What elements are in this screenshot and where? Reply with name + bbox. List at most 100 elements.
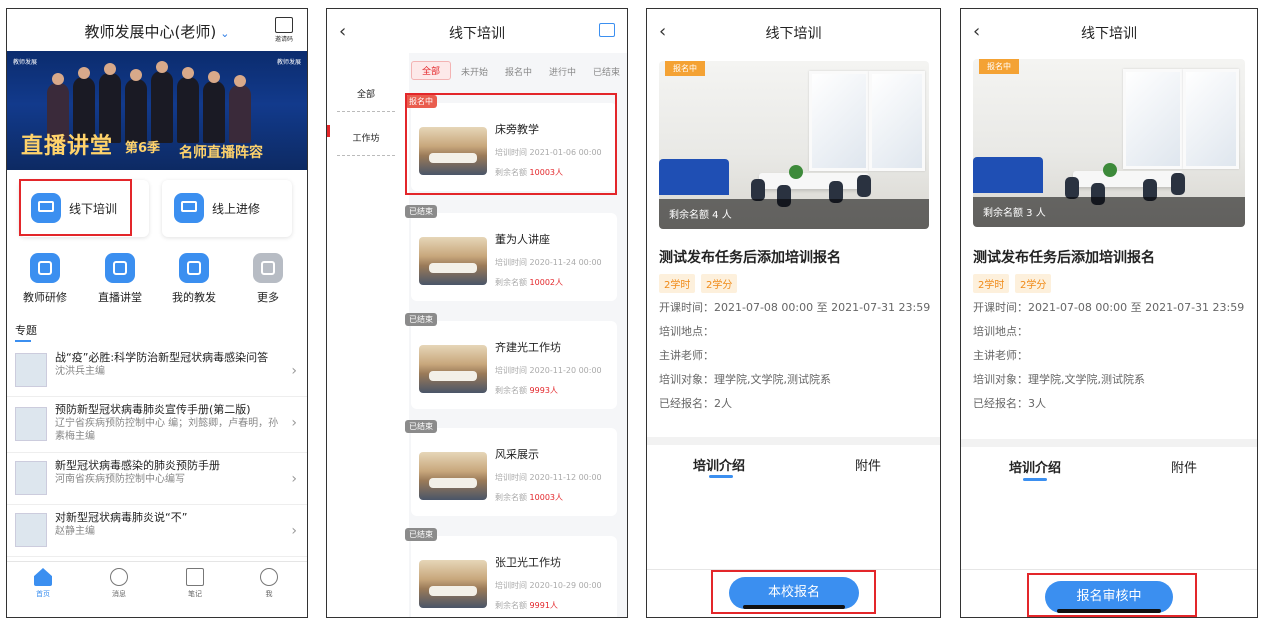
info-audience: 培训对象：理学院,文学院,测试院系 xyxy=(659,373,831,386)
info-lecturer: 主讲老师： xyxy=(659,349,714,362)
grid-item-mine[interactable]: 我的教发 xyxy=(163,253,225,305)
sidebar-item-all[interactable]: 全部 xyxy=(327,87,405,100)
info-location: 培训地点： xyxy=(973,325,1028,338)
topic-item[interactable]: 战“疫”必胜:科学防治新型冠状病毒感染问答 沈洪兵主编 › xyxy=(7,345,307,397)
status-badge: 已结束 xyxy=(405,528,437,541)
highlight-box xyxy=(1027,573,1197,617)
window-image xyxy=(1123,69,1183,169)
credit-hours-chip: 2学时 xyxy=(659,274,696,293)
nav-bar: ‹ 线下培训 xyxy=(647,9,940,53)
highlight-box xyxy=(405,93,617,195)
highlight-box xyxy=(19,179,132,236)
divider xyxy=(647,437,940,445)
nav-bar: ‹ 线下培训 xyxy=(327,9,627,53)
divider xyxy=(337,111,395,112)
online-study-entry[interactable]: 线上进修 xyxy=(162,180,292,237)
entry-label: 线上进修 xyxy=(212,202,261,216)
tab-intro[interactable]: 培训介绍 xyxy=(693,455,745,474)
qr-scan-icon xyxy=(275,17,293,33)
topic-item[interactable]: 对新型冠状病毒肺炎说“不” 赵静主编 › xyxy=(7,505,307,557)
page-title: 线下培训 xyxy=(449,26,505,42)
banner[interactable]: 教师发展 教师发展 直播讲堂 第6季 名师直播阵容 xyxy=(7,51,307,170)
topic-item[interactable]: 新型冠状病毒感染的肺炎预防手册 河南省疾病预防控制中心编写 › xyxy=(7,453,307,505)
window-image xyxy=(869,71,925,171)
credit-hours-chip: 2学时 xyxy=(973,274,1010,293)
message-icon xyxy=(110,568,128,586)
chevron-down-icon[interactable]: ⌄ xyxy=(220,27,229,40)
training-thumbnail xyxy=(419,345,487,393)
filter-all[interactable]: 全部 xyxy=(411,61,452,80)
tab-bar: 首页 消息 笔记 我 xyxy=(7,561,307,617)
status-badge: 已结束 xyxy=(405,420,437,433)
checklist-icon xyxy=(30,253,60,283)
section-title: 专题 xyxy=(15,324,37,337)
tab-attachments[interactable]: 附件 xyxy=(1171,457,1197,476)
info-enrolled: 已经报名：3人 xyxy=(973,397,1046,410)
info-enrolled: 已经报名：2人 xyxy=(659,397,732,410)
invite-code-label: 邀请码 xyxy=(274,36,293,43)
training-card[interactable]: 已结束 齐建光工作坊 培训时间 2020-11-20 00:00 剩余名额 99… xyxy=(405,313,617,409)
status-filters: 全部 未开始 报名中 进行中 已结束 xyxy=(409,61,627,85)
profile-icon xyxy=(260,568,278,586)
more-icon xyxy=(253,253,283,283)
sofa-image xyxy=(973,157,1043,193)
nav-bar: ‹ 线下培训 xyxy=(961,9,1257,53)
sidebar-item-workshop[interactable]: 工作坊 xyxy=(327,131,405,144)
filter-not-started[interactable]: 未开始 xyxy=(461,65,488,78)
training-detail-screen: ‹ 线下培训 剩余名额 4 人 报名中 测试发布任务后添加培训报名 2学时 2学… xyxy=(646,8,941,618)
info-audience: 培训对象：理学院,文学院,测试院系 xyxy=(973,373,1145,386)
training-card[interactable]: 已结束 风采展示 培训时间 2020-11-12 00:00 剩余名额 1000… xyxy=(405,420,617,516)
page-title: 线下培训 xyxy=(765,26,822,42)
info-lecturer: 主讲老师： xyxy=(973,349,1028,362)
filter-ongoing[interactable]: 进行中 xyxy=(549,65,576,78)
banner-logo: 教师发展 xyxy=(13,59,38,66)
remaining-seats: 剩余名额 3 人 xyxy=(983,208,1046,219)
active-tab-underline xyxy=(709,475,733,478)
tab-messages[interactable]: 消息 xyxy=(99,568,139,599)
training-card[interactable]: 已结束 董为人讲座 培训时间 2020-11-24 00:00 剩余名额 100… xyxy=(405,205,617,301)
remaining-seats: 剩余名额 4 人 xyxy=(669,210,732,221)
filter-enrolling[interactable]: 报名中 xyxy=(505,65,532,78)
share-icon[interactable] xyxy=(599,23,615,37)
table-image xyxy=(1073,171,1183,187)
banner-season: 第6季 xyxy=(125,141,161,156)
tab-attachments[interactable]: 附件 xyxy=(855,455,881,474)
banner-logo-right: 教师发展 xyxy=(276,59,301,66)
invite-code-button[interactable]: 邀请码 xyxy=(271,17,297,43)
chevron-right-icon: › xyxy=(291,523,297,539)
tab-intro[interactable]: 培训介绍 xyxy=(1009,457,1061,476)
training-name: 测试发布任务后添加培训报名 xyxy=(973,250,1155,266)
grid-item-more[interactable]: 更多 xyxy=(237,253,299,305)
page-title[interactable]: 教师发展中心(老师) ⌄ xyxy=(7,21,307,42)
training-thumbnail xyxy=(419,452,487,500)
info-time: 开课时间：2021-07-08 00:00 至 2021-07-31 23:59 xyxy=(659,301,931,314)
table-image xyxy=(759,173,869,189)
banner-subtitle: 名师直播阵容 xyxy=(179,145,263,161)
book-cover xyxy=(15,513,47,547)
video-icon xyxy=(105,253,135,283)
training-cover: 剩余名额 3 人 报名中 xyxy=(973,59,1245,227)
grid-item-research[interactable]: 教师研修 xyxy=(14,253,76,305)
chevron-right-icon: › xyxy=(291,363,297,379)
divider xyxy=(961,439,1257,447)
category-sidebar: 全部 工作坊 xyxy=(327,53,405,573)
topic-item[interactable]: 预防新型冠状病毒肺炎宣传手册(第二版) 辽宁省疾病预防控制中心 编；刘懿卿，卢春明… xyxy=(7,397,307,453)
tab-me[interactable]: 我 xyxy=(249,568,289,599)
monitor-icon xyxy=(174,193,204,223)
window-image xyxy=(1183,69,1239,169)
training-detail-review-screen: ‹ 线下培训 剩余名额 3 人 报名中 测试发布任务后添加培训报名 2学时 2学… xyxy=(960,8,1258,618)
filter-ended[interactable]: 已结束 xyxy=(593,65,620,78)
banner-title: 直播讲堂 xyxy=(21,133,114,159)
status-badge: 报名中 xyxy=(979,59,1019,74)
person-icon xyxy=(179,253,209,283)
status-badge: 已结束 xyxy=(405,313,437,326)
training-cover: 剩余名额 4 人 报名中 xyxy=(659,61,929,229)
sofa-image xyxy=(659,159,729,195)
training-list-screen: ‹ 线下培训 全部 工作坊 全部 未开始 报名中 进行中 已结束 报名中 床旁教… xyxy=(326,8,628,618)
training-card[interactable]: 已结束 张卫光工作坊 培训时间 2020-10-29 00:00 剩余名额 99… xyxy=(405,528,617,617)
tab-home[interactable]: 首页 xyxy=(23,568,63,599)
credits-chip: 2学分 xyxy=(1015,274,1052,293)
tab-notes[interactable]: 笔记 xyxy=(175,568,215,599)
grid-item-live[interactable]: 直播讲堂 xyxy=(89,253,151,305)
status-badge: 已结束 xyxy=(405,205,437,218)
